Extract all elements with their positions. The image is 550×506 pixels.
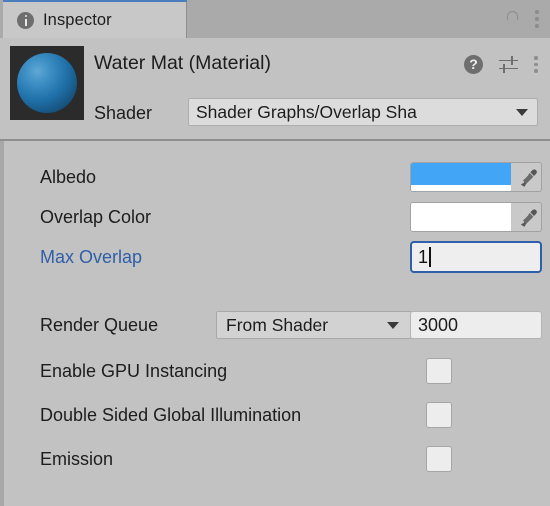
overlap-color-rgb — [411, 203, 511, 225]
kebab-dot — [534, 69, 538, 74]
lock-shackle — [507, 10, 518, 20]
help-icon[interactable]: ? — [464, 55, 483, 74]
property-row-albedo: Albedo — [4, 157, 550, 197]
kebab-dot — [535, 10, 539, 15]
tab-bar-actions — [504, 0, 539, 160]
tab-inspector[interactable]: Inspector — [3, 2, 187, 38]
render-queue-dropdown[interactable]: From Shader — [216, 311, 412, 339]
text-caret — [429, 247, 431, 267]
overlap-color-alpha — [411, 225, 511, 231]
max-overlap-value: 1 — [418, 246, 429, 267]
kebab-dot — [535, 23, 539, 28]
property-label: Overlap Color — [40, 206, 152, 227]
eyedropper-icon[interactable] — [511, 163, 541, 191]
preset-settings-icon[interactable] — [499, 56, 518, 73]
render-queue-mode: From Shader — [226, 314, 329, 335]
property-label: Albedo — [40, 166, 97, 187]
header-actions: ? — [464, 55, 538, 74]
render-queue-value-input[interactable]: 3000 — [410, 311, 542, 339]
kebab-menu-icon[interactable] — [534, 55, 538, 74]
toggle-label: Emission — [40, 448, 114, 469]
tab-inspector-label: Inspector — [43, 10, 112, 29]
preset-line — [499, 67, 518, 70]
eyedropper-icon[interactable] — [511, 203, 541, 231]
tab-bar: Inspector — [0, 0, 550, 160]
chevron-down-icon — [387, 321, 399, 329]
kebab-dot — [534, 62, 538, 67]
shader-label: Shader — [94, 102, 153, 123]
eyedropper-glyph — [520, 209, 537, 227]
kebab-dot — [534, 55, 538, 60]
eyedropper-glyph — [520, 169, 537, 187]
overlap-color-swatch[interactable] — [411, 203, 511, 231]
toggle-label: Enable GPU Instancing — [40, 360, 228, 381]
property-row-gpu-instancing: Enable GPU Instancing — [4, 351, 550, 391]
preset-line — [499, 59, 518, 62]
property-row-emission: Emission — [4, 439, 550, 479]
emission-checkbox[interactable] — [426, 446, 452, 472]
shader-dropdown-value: Shader Graphs/Overlap Sha — [196, 101, 417, 122]
render-queue-value: 3000 — [418, 314, 459, 335]
page-title: Water Mat (Material) — [94, 52, 271, 74]
property-row-render-queue: Render Queue From Shader 3000 — [4, 305, 550, 345]
gpu-instancing-checkbox[interactable] — [426, 358, 452, 384]
chevron-down-icon — [516, 108, 528, 116]
albedo-color-field[interactable] — [410, 162, 542, 192]
inspector-window: Inspector Water Mat (Material) ? Shader … — [0, 0, 550, 506]
shader-dropdown[interactable]: Shader Graphs/Overlap Sha — [188, 98, 538, 126]
material-header: Water Mat (Material) ? Shader Shader Gra… — [0, 38, 550, 140]
info-icon — [17, 11, 34, 29]
lock-open-icon[interactable] — [504, 10, 519, 160]
preset-knob — [503, 64, 505, 73]
property-row-overlap-color: Overlap Color — [4, 197, 550, 237]
preset-knob — [511, 56, 513, 65]
double-sided-gi-checkbox[interactable] — [426, 402, 452, 428]
properties-panel: Albedo Overlap Color Max Overlap 1 Rende… — [0, 141, 550, 506]
overlap-color-field[interactable] — [410, 202, 542, 232]
kebab-dot — [535, 17, 539, 21]
albedo-color-swatch[interactable] — [411, 163, 511, 191]
max-overlap-input[interactable]: 1 — [410, 241, 542, 273]
property-row-max-overlap: Max Overlap 1 — [4, 237, 550, 277]
albedo-color-alpha — [411, 185, 511, 191]
property-row-double-sided-gi: Double Sided Global Illumination — [4, 395, 550, 435]
render-queue-label: Render Queue — [40, 314, 159, 335]
albedo-color-rgb — [411, 163, 511, 185]
toggle-label: Double Sided Global Illumination — [40, 404, 302, 425]
property-label: Max Overlap — [40, 246, 143, 267]
shader-row: Shader Shader Graphs/Overlap Sha — [0, 96, 550, 130]
kebab-menu-icon[interactable] — [535, 10, 539, 28]
